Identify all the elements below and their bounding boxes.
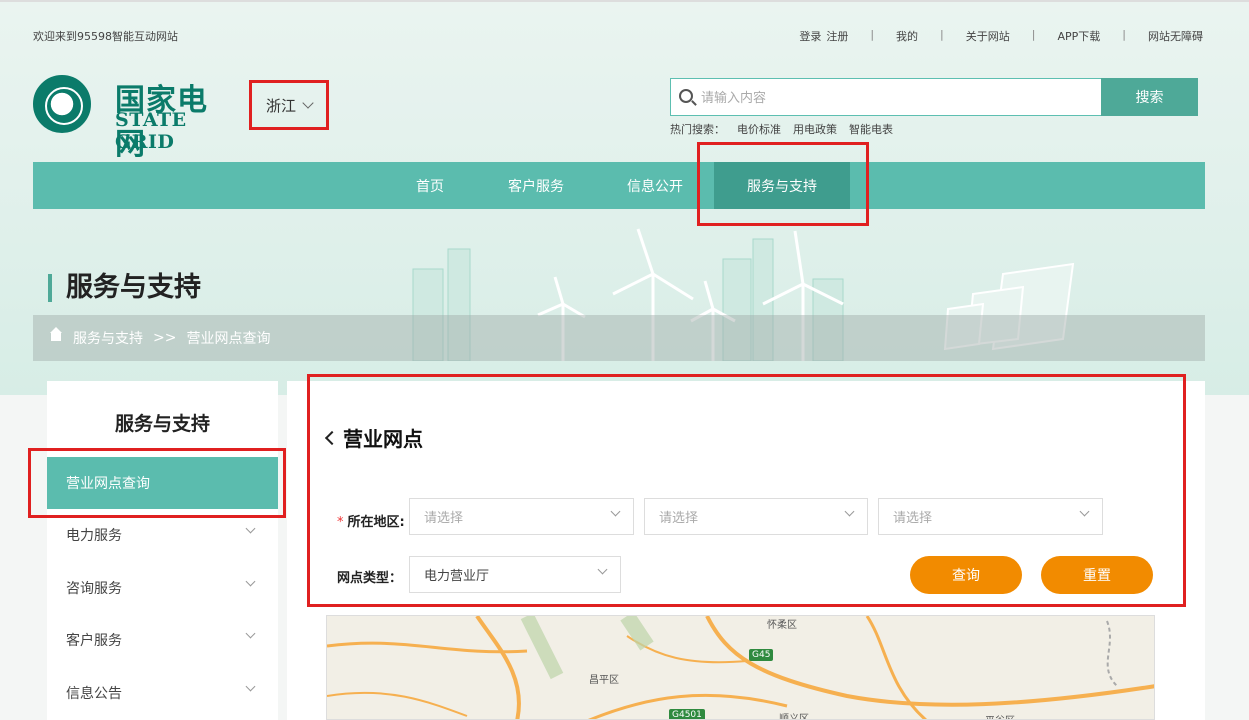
sidebar-item-info-notice[interactable]: 信息公告 [47, 667, 278, 719]
chevron-down-icon [245, 628, 256, 639]
province-selector[interactable]: 浙江 [249, 80, 329, 130]
map-roads [327, 616, 1154, 719]
main-nav: 首页 客户服务 信息公开 服务与支持 [33, 162, 1205, 209]
nav-item-customer-service[interactable]: 客户服务 [486, 162, 586, 209]
home-icon[interactable] [49, 327, 63, 344]
page-title: 服务与支持 [48, 274, 201, 302]
breadcrumb-current: 营业网点查询 [186, 331, 271, 347]
highlight-box-form [307, 374, 1186, 607]
welcome-text: 欢迎来到95598智能互动网站 [33, 30, 178, 43]
map-label: 顺义区 [779, 714, 809, 720]
chevron-down-icon [245, 681, 256, 692]
state-grid-emblem-icon [33, 75, 91, 133]
sidebar-item-consult-service[interactable]: 咨询服务 [47, 562, 278, 614]
sidebar-item-label: 客户服务 [66, 633, 122, 649]
map-label: 怀柔区 [767, 620, 797, 631]
map-label: 平谷区 [985, 712, 1015, 719]
highlight-box-sidebar [28, 448, 286, 518]
logo-english-text: STATE GRID [115, 109, 187, 153]
breadcrumb-separator: >> [153, 330, 177, 346]
hot-search-item[interactable]: 用电政策 [793, 121, 837, 137]
hot-search-label: 热门搜索： [670, 123, 725, 136]
road-sign: G4501 [669, 709, 705, 719]
about-link[interactable]: 关于网站 [966, 28, 1010, 44]
road-sign: G45 [749, 649, 774, 661]
hot-search-item[interactable]: 电价标准 [737, 121, 781, 137]
sidebar-title: 服务与支持 [114, 413, 210, 435]
chevron-down-icon [245, 523, 256, 534]
breadcrumb: 服务与支持 >> 营业网点查询 [33, 315, 1205, 361]
branch-map[interactable]: 怀柔区 昌平区 顺义区 平谷区 G45 G4501 [326, 615, 1155, 720]
sidebar: 服务与支持 营业网点查询 电力服务 咨询服务 客户服务 信息公告 [47, 381, 278, 720]
mine-link[interactable]: 我的 [896, 28, 918, 44]
sidebar-item-label: 电力服务 [66, 528, 122, 544]
search-icon [679, 89, 693, 103]
register-link[interactable]: 注册 [826, 28, 848, 44]
search-input[interactable] [701, 87, 1091, 107]
top-bar: 欢迎来到95598智能互动网站 登录 注册 | 我的 | 关于网站 | APP下… [33, 28, 1203, 44]
page-banner: 服务与支持 服务与支持 >> 营业网点查询 [33, 209, 1205, 361]
search-box [670, 78, 1102, 116]
top-links: 登录 注册 | 我的 | 关于网站 | APP下载 | 网站无障碍 [799, 28, 1203, 44]
accessible-link[interactable]: 网站无障碍 [1148, 28, 1203, 44]
search-area: 搜索 [670, 78, 1198, 116]
breadcrumb-item[interactable]: 服务与支持 [73, 328, 143, 348]
hot-search-item[interactable]: 智能电表 [849, 121, 893, 137]
nav-item-info-public[interactable]: 信息公开 [605, 162, 705, 209]
nav-item-home[interactable]: 首页 [393, 162, 467, 209]
sidebar-item-customer-service[interactable]: 客户服务 [47, 614, 278, 666]
login-link[interactable]: 登录 [799, 28, 821, 44]
app-download-link[interactable]: APP下载 [1057, 28, 1100, 44]
sidebar-item-label: 咨询服务 [66, 581, 122, 597]
state-grid-logo[interactable]: 国家电网 STATE GRID [33, 73, 238, 162]
province-label: 浙江 [265, 96, 296, 115]
search-button[interactable]: 搜索 [1101, 78, 1198, 116]
chevron-down-icon [302, 97, 314, 109]
chevron-down-icon [245, 576, 256, 587]
hot-search: 热门搜索： 电价标准 用电政策 智能电表 [670, 121, 893, 137]
map-label: 昌平区 [589, 675, 619, 686]
sidebar-item-label: 信息公告 [66, 686, 122, 702]
